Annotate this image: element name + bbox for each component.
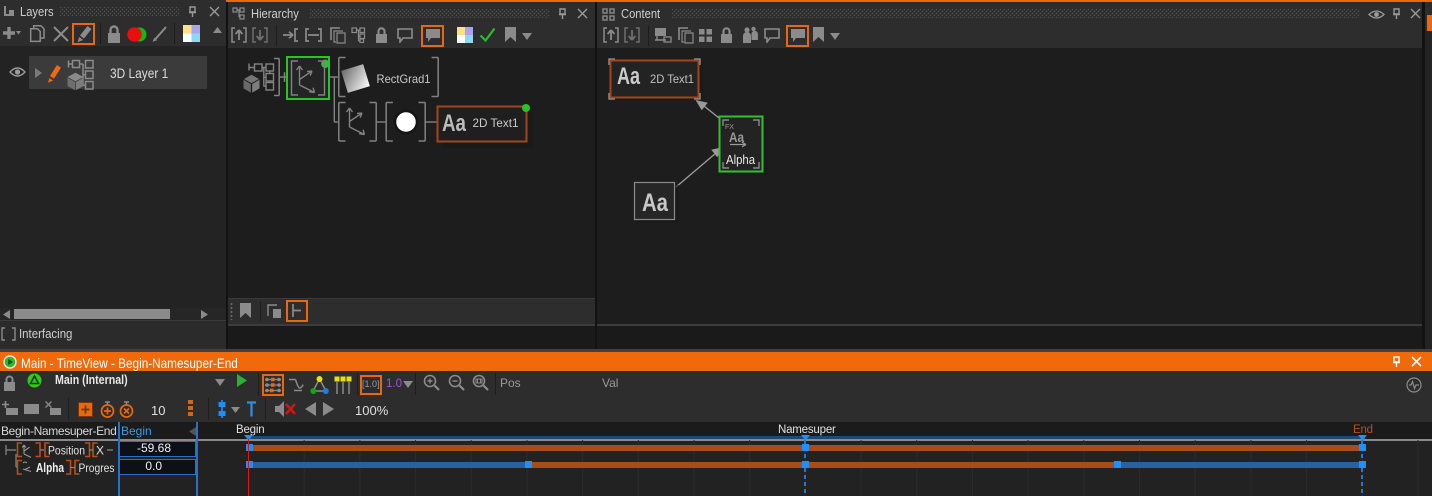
svg-text:RectGrad1: RectGrad1 xyxy=(377,72,431,86)
svg-text:Alpha: Alpha xyxy=(726,152,756,167)
svg-text:Aa: Aa xyxy=(642,189,669,217)
svg-text:Position: Position xyxy=(48,444,85,458)
svg-text:Aa: Aa xyxy=(442,110,467,137)
svg-text:Progres: Progres xyxy=(79,461,115,475)
svg-text:X: X xyxy=(96,444,104,458)
svg-text:Aa: Aa xyxy=(617,63,640,90)
svg-text:2D Text1: 2D Text1 xyxy=(473,116,519,130)
svg-text:Alpha: Alpha xyxy=(36,461,65,475)
svg-text:2D Text1: 2D Text1 xyxy=(650,72,694,86)
